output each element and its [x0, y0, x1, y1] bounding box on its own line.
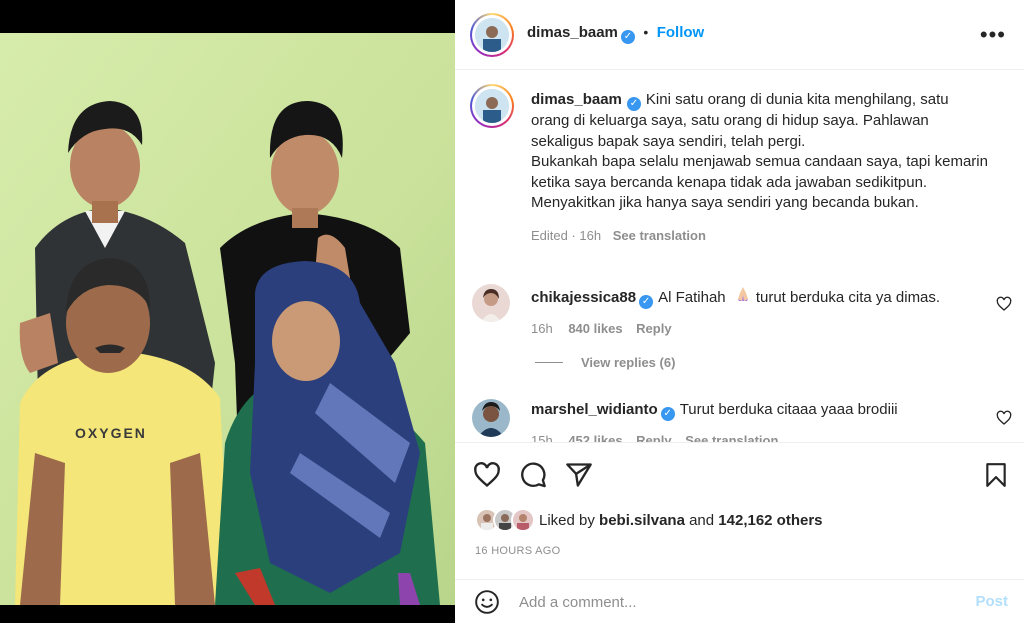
verified-badge-icon: ✓ — [626, 97, 641, 111]
verified-badge-icon: ✓ — [639, 295, 654, 309]
comment-text: Turut berduka citaaa yaaa brodiii — [679, 401, 898, 418]
svg-text:OXYGEN: OXYGEN — [75, 425, 147, 441]
separator-dot: • — [643, 24, 649, 40]
comments-scroll-area[interactable]: dimas_baam ✓ Kini satu orang di dunia kita… — [455, 70, 1024, 442]
comment-item: marshel_widianto ✓ Turut berduka citaaa ya… — [531, 400, 991, 442]
post-header: dimas_baam ✓ • Follow ••• — [455, 0, 1024, 70]
comment-username[interactable]: chikajessica88 — [531, 289, 636, 306]
like-heart-icon[interactable] — [473, 461, 501, 489]
comment-likes[interactable]: 840 likes — [568, 321, 622, 336]
praying-hands-emoji-icon — [736, 286, 750, 308]
comment-icon[interactable] — [519, 461, 547, 489]
commenter-avatar[interactable] — [472, 399, 510, 437]
author-avatar[interactable] — [470, 13, 514, 57]
caption-username[interactable]: dimas_baam — [531, 91, 622, 108]
comment-time: 15h — [531, 433, 553, 442]
follow-button[interactable]: Follow — [657, 24, 705, 41]
verified-badge-icon: ✓ — [660, 407, 675, 421]
liked-by-others[interactable]: 142,162 others — [718, 512, 822, 529]
comment-like-heart-icon[interactable] — [996, 410, 1012, 426]
comment-likes[interactable]: 452 likes — [568, 433, 622, 442]
caption-meta: Edited · 16h See translation — [531, 226, 991, 247]
share-icon[interactable] — [565, 461, 593, 489]
post-photo-panel: OXYGEN — [0, 0, 455, 623]
post-photo[interactable]: OXYGEN — [0, 33, 455, 605]
comment-input[interactable] — [519, 590, 939, 614]
post-button[interactable]: Post — [975, 593, 1008, 610]
comment-time: 16h — [531, 321, 553, 336]
view-replies[interactable]: View replies (6) — [535, 355, 675, 370]
liked-by-user[interactable]: bebi.silvana — [599, 512, 685, 529]
comment-text-b: turut berduka cita ya dimas. — [755, 289, 941, 306]
comment-like-heart-icon[interactable] — [996, 296, 1012, 312]
header-user-line: dimas_baam ✓ • Follow — [527, 24, 704, 44]
reply-button[interactable]: Reply — [636, 433, 671, 442]
replies-divider — [535, 362, 563, 363]
emoji-icon[interactable] — [474, 589, 500, 615]
comment-text-a: Al Fatihah — [658, 289, 726, 306]
comment-username[interactable]: marshel_widianto — [531, 401, 658, 418]
liker-avatars[interactable] — [475, 508, 537, 532]
reply-button[interactable]: Reply — [636, 321, 671, 336]
bookmark-icon[interactable] — [983, 461, 1009, 489]
see-translation-link[interactable]: See translation — [685, 433, 778, 442]
commenter-avatar[interactable] — [472, 284, 510, 322]
comment-box: Post — [455, 579, 1024, 623]
comment-meta: 16h 840 likes Reply — [531, 319, 991, 339]
see-translation-link[interactable]: See translation — [613, 228, 706, 243]
caption-author-avatar[interactable] — [470, 84, 514, 128]
liked-by: Liked by bebi.silvana and 142,162 others — [475, 508, 823, 532]
liked-by-prefix: Liked by — [539, 511, 595, 529]
liked-by-and: and — [689, 511, 715, 529]
post-timestamp[interactable]: 16 HOURS AGO — [475, 545, 561, 557]
more-options-icon[interactable]: ••• — [980, 22, 1006, 48]
view-replies-label[interactable]: View replies (6) — [581, 355, 675, 370]
caption-edited: Edited · 16h — [531, 227, 602, 243]
verified-badge-icon: ✓ — [620, 30, 635, 44]
post-sidebar: dimas_baam ✓ • Follow ••• dimas_baam ✓ Kini… — [455, 0, 1024, 623]
caption-text-2: Bukankah bapa selalu menjawab semua cand… — [531, 153, 988, 211]
post-actions: Liked by bebi.silvana and 142,162 others… — [455, 442, 1024, 623]
comment-meta: 15h 452 likes Reply See translation — [531, 431, 991, 442]
author-username[interactable]: dimas_baam — [527, 24, 618, 41]
comment-item: chikajessica88 ✓ Al Fatihah turut berduka … — [531, 286, 991, 339]
caption: dimas_baam ✓ Kini satu orang di dunia kita… — [531, 90, 991, 246]
